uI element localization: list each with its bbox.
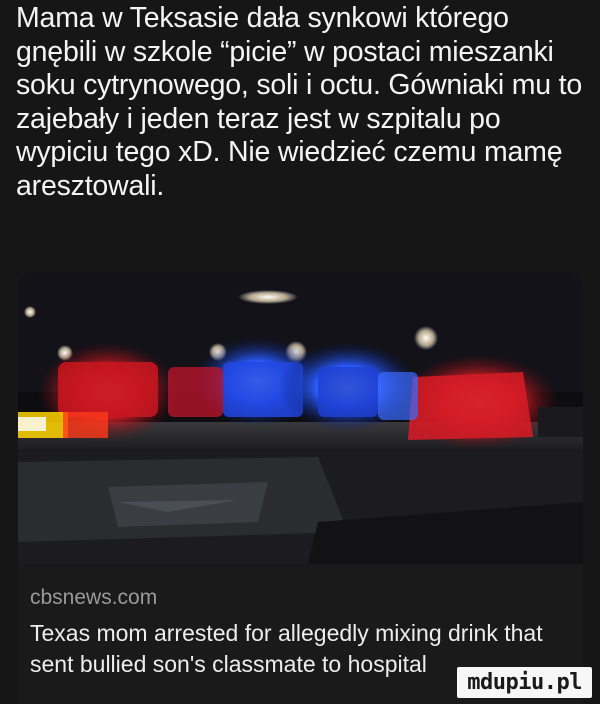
- police-lights-image: [18, 272, 583, 564]
- link-card[interactable]: cbsnews.com Texas mom arrested for alleg…: [18, 272, 583, 704]
- link-source: cbsnews.com: [30, 586, 158, 609]
- site-watermark: mdupiu.pl: [457, 667, 592, 698]
- post-text: Mama w Teksasie dała synkowi którego gnę…: [16, 2, 582, 202]
